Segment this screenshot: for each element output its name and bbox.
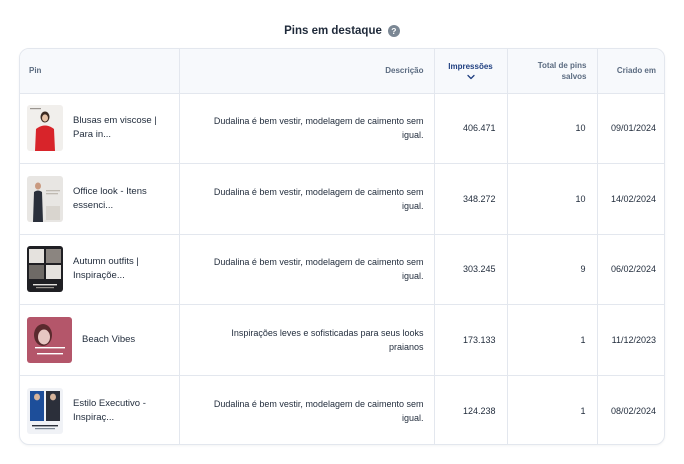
table-row: Autumn outfits | Inspiraçõe... Dudalina …: [20, 234, 664, 305]
column-header-impressions[interactable]: Impressões: [434, 49, 508, 94]
table-header-row: Pin Descrição Impressões Total de pins s…: [20, 49, 664, 94]
top-pins-table-card: Pin Descrição Impressões Total de pins s…: [19, 48, 665, 445]
section-header: Pins em destaque ?: [0, 22, 684, 40]
pin-created-date: 09/01/2024: [597, 93, 664, 164]
help-icon[interactable]: ?: [387, 25, 400, 37]
pin-cell: Estilo Executivo - Inspiraç...: [20, 375, 180, 444]
section-title: Pins em destaque: [284, 25, 382, 37]
pin-thumbnail[interactable]: [27, 387, 63, 434]
pin-impressions: 406.471: [434, 93, 508, 164]
pin-impressions: 173.133: [434, 304, 508, 376]
table-row: Office look - Itens essenci... Dudalina …: [20, 163, 664, 235]
pin-title[interactable]: Blusas em viscose | Para in...: [73, 114, 163, 142]
pin-cell: Autumn outfits | Inspiraçõe...: [20, 234, 180, 305]
column-header-description: Descrição: [179, 49, 435, 94]
pin-created-date: 11/12/2023: [597, 304, 664, 376]
total-saved-header-line-1: Total de pins: [537, 60, 587, 70]
pin-impressions: 303.245: [434, 234, 508, 305]
pin-created-date: 08/02/2024: [610, 405, 656, 416]
pin-total-saved: 10: [507, 93, 598, 164]
table-row: Blusas em viscose | Para in... Dudalina …: [20, 93, 664, 164]
pin-description: Dudalina é bem vestir, modelagem de caim…: [179, 93, 435, 164]
column-header-total-saved: Total de pins salvos: [507, 49, 598, 94]
pin-title[interactable]: Estilo Executivo - Inspiraç...: [73, 397, 163, 425]
top-pins-table: Pin Descrição Impressões Total de pins s…: [20, 49, 664, 444]
pin-total-saved: 9: [507, 234, 598, 305]
pin-total-saved: 1: [507, 304, 598, 376]
pin-title[interactable]: Autumn outfits | Inspiraçõe...: [73, 255, 163, 283]
pin-impressions: 124.238: [434, 375, 508, 444]
pin-cell: Blusas em viscose | Para in...: [20, 93, 180, 164]
pin-thumbnail[interactable]: [27, 105, 63, 152]
total-saved-header-line-2: salvos: [561, 71, 587, 81]
pin-thumbnail[interactable]: [27, 246, 63, 293]
table-row: Estilo Executivo - Inspiraç... Dudalina …: [20, 375, 664, 444]
pin-description: Dudalina é bem vestir, modelagem de caim…: [179, 375, 435, 444]
pin-created-date: 14/02/2024: [597, 163, 664, 235]
pin-created-date: 06/02/2024: [597, 234, 664, 305]
pin-title[interactable]: Beach Vibes: [82, 333, 172, 347]
pin-total-saved: 10: [507, 163, 598, 235]
column-header-pin: Pin: [20, 49, 180, 94]
pin-title[interactable]: Office look - Itens essenci...: [73, 185, 163, 213]
chevron-down-icon: [466, 75, 475, 80]
pin-impressions: 348.272: [434, 163, 508, 235]
pin-description: Inspirações leves e sofisticadas para se…: [179, 304, 435, 376]
pin-cell: Office look - Itens essenci...: [20, 163, 180, 235]
table-row: Beach Vibes Inspirações leves e sofistic…: [20, 304, 664, 376]
pin-cell: Beach Vibes: [20, 304, 180, 376]
pin-total-saved: 1: [507, 375, 598, 444]
pin-thumbnail[interactable]: [27, 175, 63, 222]
pin-description: Dudalina é bem vestir, modelagem de caim…: [179, 163, 435, 235]
pin-description: Dudalina é bem vestir, modelagem de caim…: [179, 234, 435, 305]
column-header-created: Criado em: [597, 49, 664, 94]
pin-thumbnail[interactable]: [27, 316, 72, 363]
impressions-header-label: Impressões: [448, 62, 493, 72]
